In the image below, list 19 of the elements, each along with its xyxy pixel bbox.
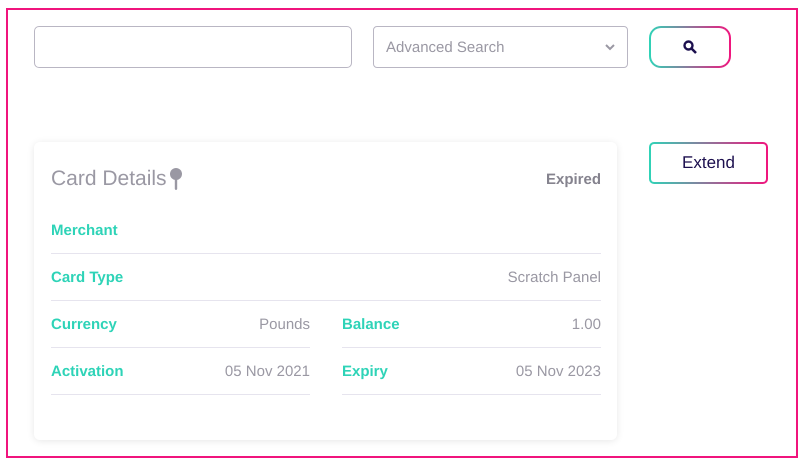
field-value: Scratch Panel [508, 268, 601, 286]
card-title: Card Details [51, 167, 167, 191]
status-label: Expired [546, 170, 601, 188]
field-label: Card Type [51, 268, 124, 286]
field-value: 05 Nov 2021 [224, 362, 310, 380]
field-value: 05 Nov 2023 [516, 362, 601, 380]
field-label: Activation [51, 362, 124, 380]
field-value: 1.00 [572, 316, 601, 332]
search-button[interactable] [649, 26, 731, 68]
field-label: Currency [51, 316, 117, 332]
pin-icon [168, 168, 183, 190]
search-icon [683, 40, 697, 54]
field-value: Pounds [259, 316, 310, 332]
field-label: Merchant [51, 222, 118, 238]
extend-button[interactable]: Extend [649, 142, 768, 184]
field-label: Balance [342, 316, 400, 332]
search-field[interactable] [34, 26, 352, 68]
chevron-down-icon [605, 44, 615, 50]
field-label: Expiry [342, 362, 388, 380]
